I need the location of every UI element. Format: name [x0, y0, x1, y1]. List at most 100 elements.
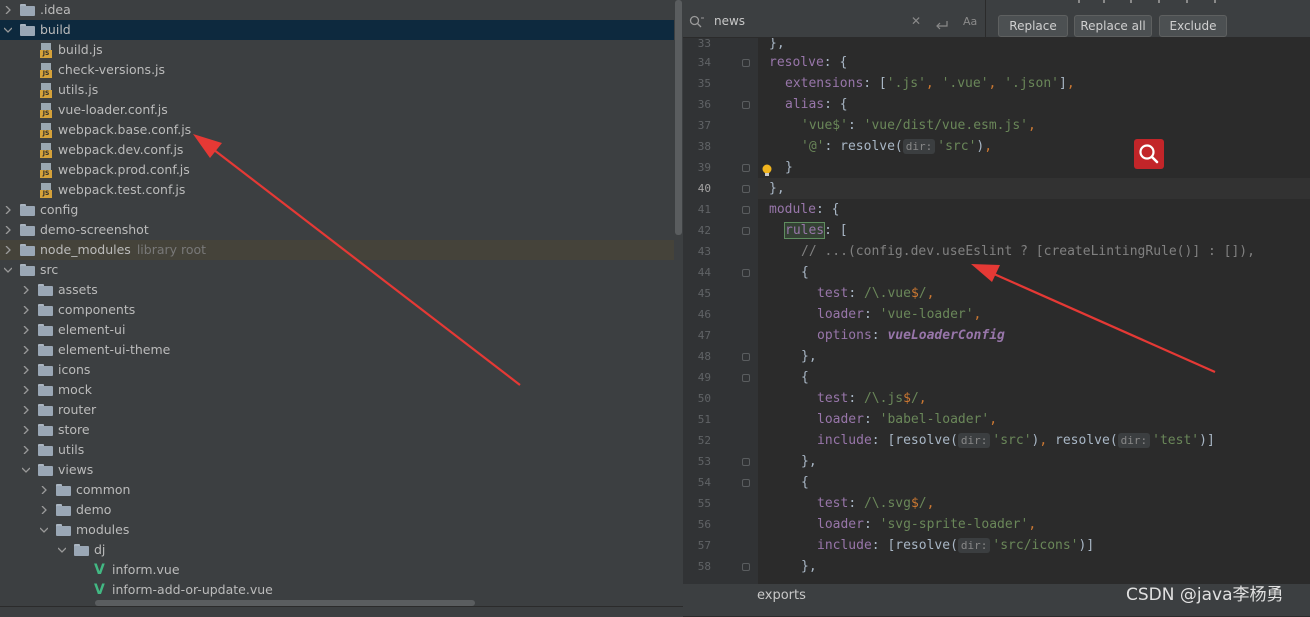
fold-marker[interactable]	[742, 563, 750, 571]
tree-item-label: .idea	[40, 2, 71, 17]
tree-item-label: build	[40, 22, 71, 37]
chevron-down-icon[interactable]	[2, 260, 14, 280]
fold-marker[interactable]	[742, 374, 750, 382]
tree-item-node-modules[interactable]: node_modules library root	[0, 240, 674, 260]
exclude-button[interactable]: Exclude	[1159, 15, 1227, 37]
tree-item-vue-loader-conf-js[interactable]: JS vue-loader.conf.js	[0, 100, 674, 120]
fold-marker[interactable]	[742, 101, 750, 109]
chevron-right-icon[interactable]	[20, 380, 32, 400]
tree-item-mock[interactable]: mock	[0, 380, 674, 400]
fold-marker[interactable]	[742, 59, 750, 67]
tree-item-common[interactable]: common	[0, 480, 674, 500]
match-case-icon[interactable]: Aa	[963, 15, 977, 28]
tree-item-inform-add-or-update-vue[interactable]: V inform-add-or-update.vue	[0, 580, 674, 600]
chevron-right-icon[interactable]	[20, 440, 32, 460]
toolbar-icons-edge	[1078, 0, 1216, 3]
parameter-hint: dir:	[1117, 433, 1151, 448]
line-number: 51	[697, 413, 711, 426]
newline-icon[interactable]	[935, 16, 949, 35]
tree-item-webpack-dev-conf-js[interactable]: JS webpack.dev.conf.js	[0, 140, 674, 160]
search-input[interactable]: news ✕ Aa	[683, 8, 985, 36]
close-icon[interactable]: ✕	[911, 14, 921, 28]
tree-item-utils[interactable]: utils	[0, 440, 674, 460]
tree-item-utils-js[interactable]: JS utils.js	[0, 80, 674, 100]
tree-item-icons[interactable]: icons	[0, 360, 674, 380]
folder-icon	[56, 504, 71, 516]
chevron-right-icon[interactable]	[20, 320, 32, 340]
folder-icon	[20, 224, 35, 236]
code-line: test: /\.svg$/,	[817, 496, 935, 511]
chevron-right-icon[interactable]	[20, 400, 32, 420]
code-line: },	[801, 349, 817, 364]
tree-item-build-js[interactable]: JS build.js	[0, 40, 674, 60]
folder-icon	[38, 364, 53, 376]
line-number: 39	[697, 161, 711, 174]
chevron-down-icon[interactable]	[2, 20, 14, 40]
tree-item-webpack-prod-conf-js[interactable]: JS webpack.prod.conf.js	[0, 160, 674, 180]
line-number: 41	[697, 203, 711, 216]
tree-item-webpack-base-conf-js[interactable]: JS webpack.base.conf.js	[0, 120, 674, 140]
line-number: 48	[697, 350, 711, 363]
tree-item-idea[interactable]: .idea	[0, 0, 674, 20]
folder-icon	[20, 4, 35, 16]
replace-all-button[interactable]: Replace all	[1074, 15, 1152, 37]
divider	[985, 0, 986, 37]
tree-item-demo[interactable]: demo	[0, 500, 674, 520]
chevron-right-icon[interactable]	[20, 280, 32, 300]
chevron-right-icon[interactable]	[38, 480, 50, 500]
breadcrumb[interactable]: exports	[757, 588, 806, 603]
tree-item-router[interactable]: router	[0, 400, 674, 420]
fold-marker[interactable]	[742, 185, 750, 193]
current-line-highlight	[758, 178, 1310, 199]
fold-marker[interactable]	[742, 458, 750, 466]
fold-marker[interactable]	[742, 479, 750, 487]
tree-item-element-ui-theme[interactable]: element-ui-theme	[0, 340, 674, 360]
tree-item-element-ui[interactable]: element-ui	[0, 320, 674, 340]
editor-breadcrumb-bar: exports CSDN @java李杨勇	[683, 584, 1310, 616]
folder-icon	[38, 464, 53, 476]
tree-item-demo-screenshot[interactable]: demo-screenshot	[0, 220, 674, 240]
tree-item-assets[interactable]: assets	[0, 280, 674, 300]
chevron-right-icon[interactable]	[2, 0, 14, 20]
fold-marker[interactable]	[742, 269, 750, 277]
chevron-down-icon[interactable]	[20, 460, 32, 480]
chevron-down-icon[interactable]	[56, 540, 68, 560]
chevron-right-icon[interactable]	[2, 240, 14, 260]
fold-marker[interactable]	[742, 353, 750, 361]
replace-button[interactable]: Replace	[998, 15, 1068, 37]
tree-item-store[interactable]: store	[0, 420, 674, 440]
js-file-icon: JS	[40, 83, 54, 98]
chevron-right-icon[interactable]	[20, 420, 32, 440]
tree-item-src[interactable]: src	[0, 260, 674, 280]
code-editor[interactable]: 33 34 35 36 37 38 39 40 41 42 43 44 45 46 47 48 49 50 51 52…	[683, 38, 1310, 584]
chevron-right-icon[interactable]	[20, 360, 32, 380]
tree-item-build[interactable]: build	[0, 20, 674, 40]
code-line: include: [resolve(dir:'src/icons')]	[817, 538, 1095, 553]
tree-item-inform-vue[interactable]: V inform.vue	[0, 560, 674, 580]
chevron-right-icon[interactable]	[38, 500, 50, 520]
tree-item-label: assets	[58, 282, 98, 297]
chevron-right-icon[interactable]	[20, 340, 32, 360]
fold-marker[interactable]	[742, 206, 750, 214]
code-line: loader: 'svg-sprite-loader',	[817, 517, 1037, 532]
tree-item-label: utils	[58, 442, 85, 457]
tree-item-check-versions-js[interactable]: JS check-versions.js	[0, 60, 674, 80]
tree-item-webpack-test-conf-js[interactable]: JS webpack.test.conf.js	[0, 180, 674, 200]
tree-item-dj[interactable]: dj	[0, 540, 674, 560]
tree-item-label: build.js	[58, 42, 103, 57]
chevron-down-icon[interactable]	[38, 520, 50, 540]
folder-icon	[56, 524, 71, 536]
line-number: 47	[697, 329, 711, 342]
tree-item-views[interactable]: views	[0, 460, 674, 480]
magnifier-icon[interactable]	[1134, 139, 1164, 169]
fold-marker[interactable]	[742, 164, 750, 172]
tree-item-modules[interactable]: modules	[0, 520, 674, 540]
chevron-right-icon[interactable]	[2, 200, 14, 220]
tree-item-config[interactable]: config	[0, 200, 674, 220]
tree-vertical-scrollbar[interactable]	[675, 0, 682, 235]
line-number: 58	[697, 560, 711, 573]
chevron-right-icon[interactable]	[2, 220, 14, 240]
fold-marker[interactable]	[742, 227, 750, 235]
tree-item-components[interactable]: components	[0, 300, 674, 320]
chevron-right-icon[interactable]	[20, 300, 32, 320]
